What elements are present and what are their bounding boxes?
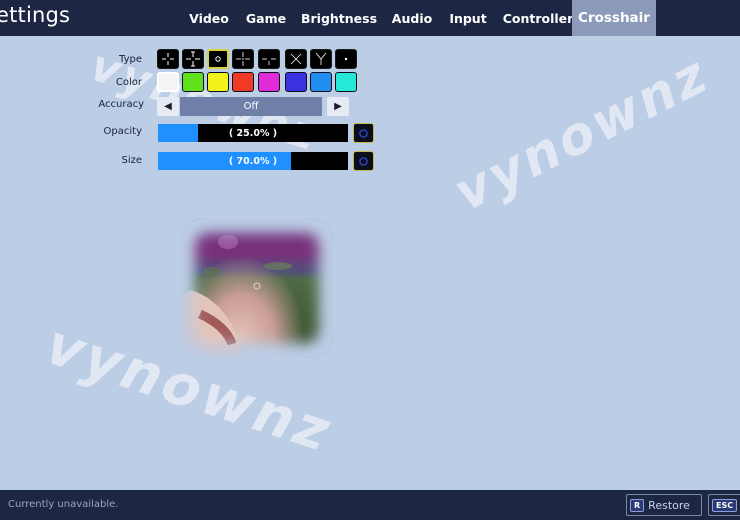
reset-icon [359, 128, 368, 138]
tab-game[interactable]: Game [240, 0, 292, 36]
watermark-text: vynownz [445, 44, 719, 224]
accuracy-next-button[interactable]: ▶ [327, 97, 349, 116]
type-label: Type [119, 54, 142, 65]
crosshair-dot-icon[interactable] [335, 49, 357, 69]
arrow-right-icon: ▶ [334, 101, 342, 112]
opacity-value: ( 25.0% ) [228, 127, 278, 139]
color-swatch-blue[interactable] [285, 72, 307, 92]
esc-key-badge: ESC [712, 498, 738, 512]
opacity-slider[interactable]: ( 25.0% ) [158, 124, 348, 142]
preview-vignette [180, 218, 334, 358]
size-value: ( 70.0% ) [228, 155, 278, 167]
color-swatch-green[interactable] [182, 72, 204, 92]
tab-video[interactable]: Video [183, 0, 235, 36]
opacity-label: Opacity [103, 126, 142, 137]
size-label: Size [121, 155, 142, 166]
color-swatch-red[interactable] [232, 72, 254, 92]
color-swatch-white[interactable] [157, 72, 179, 92]
accuracy-prev-button[interactable]: ◀ [157, 97, 179, 116]
back-button[interactable]: ESC [708, 494, 740, 516]
footer-bar: Currently unavailable. R Restore ESC [0, 490, 740, 520]
restore-key-badge: R [630, 498, 645, 512]
tab-audio[interactable]: Audio [386, 0, 438, 36]
crosshair-preview [180, 218, 334, 358]
tab-input[interactable]: Input [444, 0, 492, 36]
color-swatch-cyan[interactable] [335, 72, 357, 92]
arrow-left-icon: ◀ [164, 101, 172, 112]
tab-controller[interactable]: Controller [502, 0, 574, 36]
accuracy-label: Accuracy [98, 99, 144, 110]
tab-brightness[interactable]: Brightness [300, 0, 378, 36]
crosshair-y-icon[interactable] [310, 49, 332, 69]
tab-crosshair[interactable]: Crosshair [572, 0, 656, 36]
crosshair-split-icon[interactable] [258, 49, 280, 69]
color-swatch-sky-blue[interactable] [310, 72, 332, 92]
restore-button[interactable]: R Restore [626, 494, 702, 516]
color-swatch-yellow[interactable] [207, 72, 229, 92]
restore-label: Restore [648, 498, 690, 512]
color-label: Color [115, 77, 142, 88]
crosshair-circle-icon[interactable] [207, 49, 229, 69]
crosshair-wide-icon[interactable] [182, 49, 204, 69]
crosshair-thin-icon[interactable] [232, 49, 254, 69]
size-slider[interactable]: ( 70.0% ) [158, 152, 348, 170]
opacity-reset-button[interactable] [353, 123, 374, 143]
accuracy-value: Off [180, 97, 322, 116]
status-text: Currently unavailable. [8, 499, 119, 510]
size-reset-button[interactable] [353, 151, 374, 171]
color-swatch-magenta[interactable] [258, 72, 280, 92]
top-bar: ettings Video Game Brightness Audio Inpu… [0, 0, 740, 36]
page-title: ettings [0, 3, 71, 27]
crosshair-x-icon[interactable] [285, 49, 307, 69]
reset-icon [359, 156, 368, 166]
crosshair-plus-icon[interactable] [157, 49, 179, 69]
